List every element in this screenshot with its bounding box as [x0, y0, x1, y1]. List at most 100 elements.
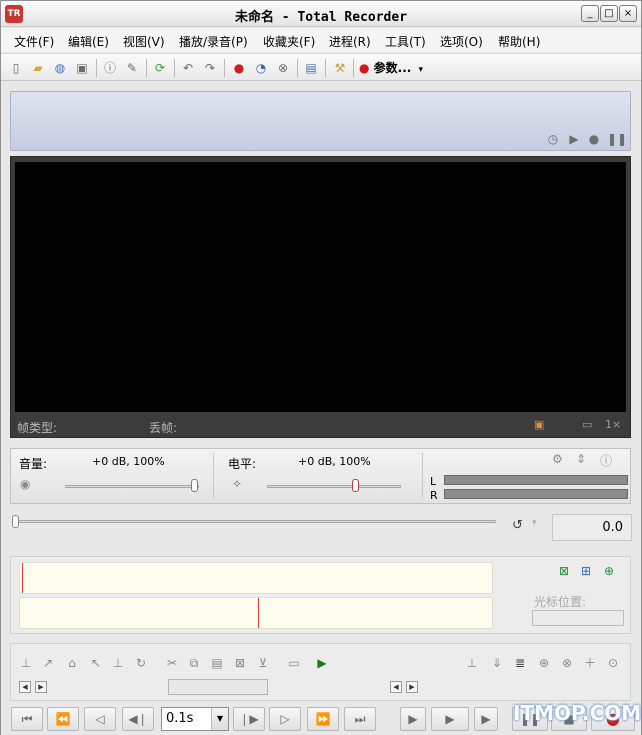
copy-icon[interactable]: ⧉: [185, 654, 203, 672]
trim-icon[interactable]: ⊻: [254, 654, 272, 672]
menu-tools[interactable]: 工具(T): [385, 33, 426, 50]
fast-forward-button[interactable]: ⏩: [307, 707, 339, 731]
level-slider-track[interactable]: [267, 485, 401, 488]
menu-file[interactable]: 文件(F): [14, 33, 54, 50]
level-value: +0 dB, 100%: [298, 455, 371, 468]
play-to-end-icon[interactable]: ▶: [313, 654, 331, 672]
settings-wrench-icon[interactable]: ⚒: [331, 59, 349, 77]
prev-frame-button[interactable]: ◀❘: [122, 707, 154, 731]
info-icon[interactable]: ⓘ: [101, 59, 119, 77]
horizontal-scrollbar[interactable]: [168, 679, 268, 695]
scroll-left-button-2[interactable]: ◀: [390, 681, 402, 693]
minimize-button[interactable]: _: [581, 5, 599, 22]
set-start-icon[interactable]: ⊥: [17, 654, 35, 672]
menu-play-record[interactable]: 播放/录音(P): [179, 33, 248, 50]
waveform-top[interactable]: [19, 562, 493, 594]
open-url-icon[interactable]: ◍: [51, 59, 69, 77]
marker-list-icon[interactable]: ≣: [511, 654, 529, 672]
scroll-right-button[interactable]: ▶: [35, 681, 47, 693]
volume-slider-thumb[interactable]: [191, 479, 198, 492]
open-folder-icon[interactable]: ▰: [29, 59, 47, 77]
rewind-button[interactable]: ⏪: [47, 707, 79, 731]
print-icon[interactable]: ▭: [285, 654, 303, 672]
chevron-down-icon[interactable]: ▼: [211, 708, 228, 730]
toolbar-separator: [325, 59, 326, 77]
play-icon[interactable]: ▶: [567, 132, 581, 146]
scroll-left-button[interactable]: ◀: [19, 681, 31, 693]
menu-favorites[interactable]: 收藏夹(F): [263, 33, 315, 50]
level-slider-thumb[interactable]: [352, 479, 359, 492]
close-button[interactable]: ×: [619, 5, 637, 22]
volume-slider-track[interactable]: [65, 485, 199, 488]
marker-zoom-icon[interactable]: ⊙: [604, 654, 622, 672]
cut-icon[interactable]: ✂: [163, 654, 181, 672]
move-left-icon[interactable]: ↖: [87, 654, 105, 672]
marker-add-icon[interactable]: ⊕: [535, 654, 553, 672]
speaker-icon[interactable]: ◉: [20, 477, 30, 491]
scroll-right-button-2[interactable]: ▶: [406, 681, 418, 693]
convert-icon[interactable]: ⟳: [151, 59, 169, 77]
menu-edit[interactable]: 编辑(E): [68, 33, 109, 50]
set-end-icon[interactable]: ⊥: [109, 654, 127, 672]
select-all-icon[interactable]: ⌂: [63, 654, 81, 672]
record-icon[interactable]: ●: [587, 132, 601, 146]
channels-icon[interactable]: ⇕: [576, 452, 586, 466]
level-wand-icon[interactable]: ✧: [232, 477, 242, 491]
menu-options[interactable]: 选项(O): [440, 33, 483, 50]
paste-icon[interactable]: ▤: [208, 654, 226, 672]
undo-icon[interactable]: ↶: [179, 59, 197, 77]
move-start-icon[interactable]: ↗: [39, 654, 57, 672]
play-cursor-line: [258, 598, 259, 628]
mixer-icon[interactable]: ⚙: [552, 452, 563, 466]
timer-icon[interactable]: ◷: [546, 132, 560, 146]
delete-icon[interactable]: ⊠: [231, 654, 249, 672]
menu-help[interactable]: 帮助(H): [498, 33, 540, 50]
batch-icon[interactable]: ▤: [302, 59, 320, 77]
save-icon[interactable]: ▣: [73, 59, 91, 77]
right-level-meter: [444, 489, 628, 499]
waveform-bottom[interactable]: [19, 597, 493, 629]
position-slider-track[interactable]: [14, 520, 496, 523]
title-bar[interactable]: TR 未命名 - Total Recorder _ □ ×: [1, 1, 641, 27]
delete-selection-icon[interactable]: ⊠: [559, 564, 569, 578]
pause-icon[interactable]: ❚❚: [607, 132, 627, 146]
play-button[interactable]: ▶: [431, 707, 469, 731]
stop-all-icon[interactable]: ⊗: [274, 59, 292, 77]
edit-tags-icon[interactable]: ✎: [123, 59, 141, 77]
step-select[interactable]: 0.1s ▼: [161, 707, 229, 731]
go-to-end-button[interactable]: ⏭: [344, 707, 376, 731]
fit-selection-icon[interactable]: ⊞: [581, 564, 591, 578]
fullscreen-icon[interactable]: ▭: [582, 418, 592, 431]
loop-icon[interactable]: ↺: [512, 518, 523, 533]
menu-process[interactable]: 进程(R): [329, 33, 371, 50]
marker-binoculars-icon[interactable]: ⊗: [558, 654, 576, 672]
info-panel-icon[interactable]: ⓘ: [600, 452, 612, 469]
position-row: ↺ ▾ 0.0: [10, 509, 632, 547]
marker-plus-icon[interactable]: ＋: [581, 654, 599, 672]
dropped-frames-label: 丢帧:: [149, 421, 178, 435]
cursor-position-field[interactable]: [532, 610, 624, 626]
redo-icon[interactable]: ↷: [201, 59, 219, 77]
add-marker-icon[interactable]: ⊕: [604, 564, 614, 578]
parameters-button[interactable]: ● 参数... ▾: [359, 59, 423, 77]
position-slider-thumb[interactable]: [12, 515, 19, 528]
new-file-icon[interactable]: ▯: [7, 59, 25, 77]
scheduler-icon[interactable]: ◔: [252, 59, 270, 77]
maximize-button[interactable]: □: [600, 5, 618, 22]
play-selection-button[interactable]: ▶: [400, 707, 426, 731]
prev-marker-button[interactable]: ◁: [84, 707, 116, 731]
go-to-start-button[interactable]: ⏮: [11, 707, 43, 731]
next-frame-button[interactable]: ❘▶: [233, 707, 265, 731]
rotate-icon[interactable]: ↻: [132, 654, 150, 672]
level-label: 电平:: [228, 457, 257, 471]
marker-delete-icon[interactable]: ⊥: [463, 654, 481, 672]
marker-down-icon[interactable]: ⇓: [488, 654, 506, 672]
play-fast-button[interactable]: ▶: [474, 707, 498, 731]
video-record-icon[interactable]: ▣: [534, 418, 544, 431]
record-source-icon[interactable]: ●: [230, 59, 248, 77]
menu-view[interactable]: 视图(V): [123, 33, 165, 50]
chevron-down-icon[interactable]: ▾: [532, 518, 537, 528]
next-marker-button[interactable]: ▷: [269, 707, 301, 731]
zoom-level[interactable]: 1×: [605, 418, 621, 431]
step-value: 0.1s: [166, 711, 194, 726]
